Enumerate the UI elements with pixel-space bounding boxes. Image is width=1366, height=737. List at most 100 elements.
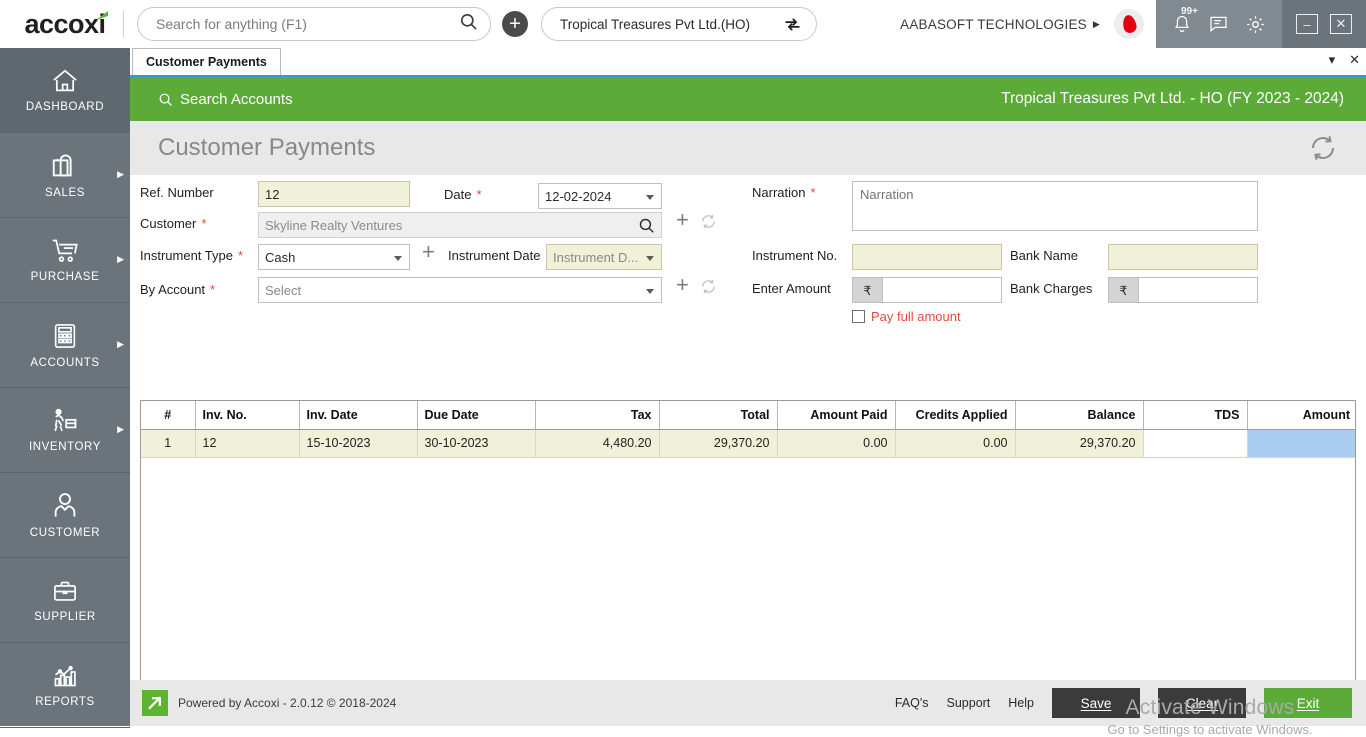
search-accounts-button[interactable]: Search Accounts	[158, 91, 293, 108]
instrument-type-select[interactable]: Cash	[258, 244, 410, 270]
cell-amount-paid: 0.00	[777, 429, 895, 457]
footer-bar: Powered by Accoxi - 2.0.12 © 2018-2024 F…	[130, 680, 1366, 726]
save-button[interactable]: Save	[1052, 688, 1140, 718]
cell-tds[interactable]	[1143, 429, 1247, 457]
page-title: Customer Payments	[158, 134, 375, 162]
instrument-date-picker[interactable]: Instrument D...	[546, 244, 662, 270]
search-input[interactable]	[156, 16, 459, 32]
ref-number-input[interactable]	[258, 181, 410, 207]
pay-full-amount-row[interactable]: Pay full amount	[852, 309, 961, 324]
date-picker[interactable]: 12-02-2024	[538, 183, 662, 209]
sidebar-item-customer[interactable]: CUSTOMER	[0, 473, 130, 558]
table-row[interactable]: 1 12 15-10-2023 30-10-2023 4,480.20 29,3…	[141, 429, 1356, 457]
avatar-shape	[1121, 14, 1137, 34]
app-logo: accoxi	[0, 0, 130, 48]
org-name-label: AABASOFT TECHNOLOGIES	[900, 17, 1087, 32]
module-bar: Search Accounts Tropical Treasures Pvt L…	[130, 77, 1366, 121]
chevron-right-icon: ▶	[117, 254, 124, 265]
narration-label-text: Narration	[752, 185, 805, 200]
sidebar-item-supplier[interactable]: SUPPLIER	[0, 558, 130, 643]
sidebar-item-accounts[interactable]: ACCOUNTS ▶	[0, 303, 130, 388]
required-asterisk: *	[238, 249, 243, 262]
chevron-right-icon: ▶	[117, 169, 124, 180]
settings-gear-icon[interactable]	[1245, 14, 1266, 35]
col-tax: Tax	[535, 401, 659, 429]
date-value: 12-02-2024	[545, 189, 612, 204]
customer-field[interactable]: Skyline Realty Ventures	[258, 212, 662, 238]
messages-icon[interactable]	[1208, 14, 1229, 34]
sidebar-label-supplier: SUPPLIER	[34, 611, 96, 623]
required-asterisk: *	[476, 188, 481, 201]
refresh-account-icon[interactable]	[700, 278, 717, 295]
enter-amount-label: Enter Amount	[752, 281, 831, 296]
close-window-button[interactable]: ✕	[1330, 14, 1352, 34]
col-num: #	[141, 401, 195, 429]
tab-list-dropdown-icon[interactable]: ▾	[1329, 52, 1336, 68]
footer-link-help[interactable]: Help	[1008, 696, 1034, 710]
enter-amount-label-text: Enter Amount	[752, 281, 831, 296]
switch-company-icon[interactable]	[783, 15, 802, 34]
top-bar: accoxi + Tropical Treasures Pvt Ltd.(HO)…	[0, 0, 1366, 48]
footer-link-faqs[interactable]: FAQ's	[895, 696, 929, 710]
exit-button-label: Exit	[1297, 696, 1320, 711]
enter-amount-input[interactable]	[882, 277, 1002, 303]
cell-inv-no[interactable]: 12	[195, 429, 299, 457]
search-icon[interactable]	[459, 12, 478, 36]
sidebar-item-inventory[interactable]: INVENTORY ▶	[0, 388, 130, 473]
sidebar-label-sales: SALES	[45, 187, 85, 199]
footer-link-support[interactable]: Support	[947, 696, 991, 710]
customer-search-icon[interactable]	[638, 217, 655, 234]
col-credits-applied: Credits Applied	[895, 401, 1015, 429]
add-instrument-type-icon[interactable]: +	[422, 241, 435, 263]
customer-label: Customer *	[140, 216, 206, 231]
sidebar-label-accounts: ACCOUNTS	[30, 357, 99, 369]
avatar[interactable]	[1114, 9, 1144, 39]
refresh-page-icon[interactable]	[1308, 133, 1338, 163]
by-account-select[interactable]: Select	[258, 277, 662, 303]
sidebar-item-reports[interactable]: REPORTS	[0, 643, 130, 728]
exit-button[interactable]: Exit	[1264, 688, 1352, 718]
refresh-customer-icon[interactable]	[700, 213, 717, 230]
instrument-no-input[interactable]	[852, 244, 1002, 270]
org-name-menu[interactable]: AABASOFT TECHNOLOGIES ▶	[900, 17, 1100, 32]
add-new-button[interactable]: +	[502, 11, 528, 37]
narration-textarea[interactable]	[852, 181, 1258, 231]
clear-button[interactable]: Clear	[1158, 688, 1246, 718]
minimize-button[interactable]: –	[1296, 14, 1318, 34]
org-fiscal-year-label: Tropical Treasures Pvt Ltd. - HO (FY 202…	[1001, 90, 1344, 108]
bank-charges-input[interactable]	[1138, 277, 1258, 303]
accoxi-footer-logo-icon	[142, 690, 168, 716]
add-account-icon[interactable]: +	[676, 274, 689, 296]
bank-name-input[interactable]	[1108, 244, 1258, 270]
narration-label: Narration *	[752, 185, 816, 200]
add-customer-icon[interactable]: +	[676, 209, 689, 231]
bank-charges-label: Bank Charges	[1010, 281, 1092, 296]
instrument-no-label-text: Instrument No.	[752, 248, 837, 263]
invoices-table: # Inv. No. Inv. Date Due Date Tax Total …	[140, 400, 1356, 685]
sidebar-item-sales[interactable]: SALES ▶	[0, 133, 130, 218]
col-inv-no: Inv. No.	[195, 401, 299, 429]
main-content: Customer Payments ▾ ✕ Search Accounts Tr…	[130, 48, 1366, 726]
sidebar-item-dashboard[interactable]: DASHBOARD	[0, 48, 130, 133]
sidebar-label-purchase: PURCHASE	[31, 271, 100, 283]
cell-amount[interactable]	[1247, 429, 1356, 457]
sidebar-item-purchase[interactable]: PURCHASE ▶	[0, 218, 130, 303]
chevron-right-icon: ▶	[117, 339, 124, 350]
global-search[interactable]	[137, 7, 491, 41]
tab-customer-payments[interactable]: Customer Payments	[132, 48, 281, 75]
chevron-right-icon: ▶	[1093, 19, 1100, 30]
notifications-bell-icon[interactable]: 99+	[1172, 14, 1192, 34]
pay-full-amount-checkbox[interactable]	[852, 310, 865, 323]
company-switcher[interactable]: Tropical Treasures Pvt Ltd.(HO)	[541, 7, 817, 41]
payment-form: Ref. Number Date * 12-02-2024 Customer *…	[130, 175, 1366, 339]
footer-links: FAQ's Support Help Save Clear Exit	[895, 688, 1352, 718]
cell-tax: 4,480.20	[535, 429, 659, 457]
col-due-date: Due Date	[417, 401, 535, 429]
calculator-icon	[51, 321, 79, 351]
instrument-date-label-text: Instrument Date	[448, 248, 541, 263]
required-asterisk: *	[201, 217, 206, 230]
currency-symbol: ₹	[852, 277, 882, 303]
tab-close-icon[interactable]: ✕	[1349, 52, 1360, 68]
powered-by-text: Powered by Accoxi - 2.0.12 © 2018-2024	[178, 696, 396, 710]
instrument-date-placeholder: Instrument D...	[553, 250, 638, 265]
